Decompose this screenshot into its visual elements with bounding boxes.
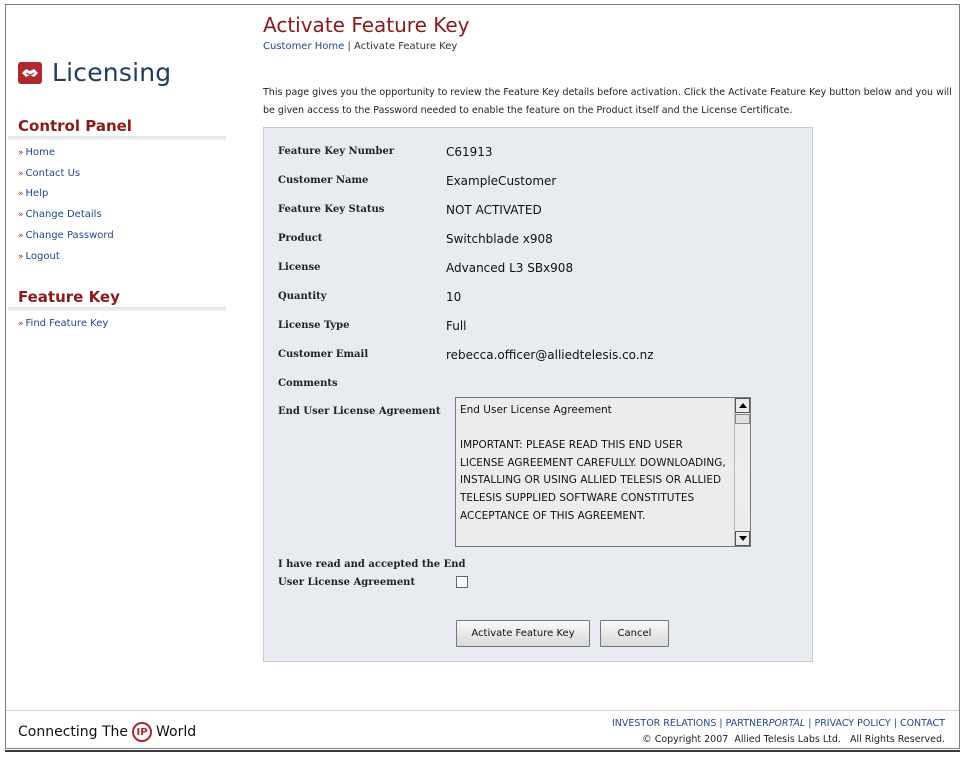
nav-item-label: Logout: [25, 250, 60, 262]
copyright-text: © Copyright 2007 Allied Telesis Labs Ltd…: [642, 734, 945, 745]
license-value: Advanced L3 SBx908: [446, 261, 574, 275]
arrow-icon: »: [18, 210, 24, 221]
product-value: Switchblade x908: [446, 232, 553, 246]
intro-text: This page gives you the opportunity to r…: [263, 87, 952, 116]
accept-eula-label-line1: I have read and accepted the End: [278, 559, 466, 570]
accept-eula-checkbox[interactable]: [456, 576, 468, 588]
eula-label: End User License Agreement: [278, 406, 441, 417]
feature-key-status-label: Feature Key Status: [278, 204, 385, 215]
breadcrumb-current: Activate Feature Key: [354, 41, 458, 52]
customer-email-value: rebecca.officer@alliedtelesis.co.nz: [446, 348, 654, 362]
nav-item-label: Home: [25, 147, 56, 158]
customer-name-value: ExampleCustomer: [446, 174, 557, 188]
accept-eula-label-line2: User License Agreement: [278, 577, 416, 588]
nav-item-logout[interactable]: » Logout: [18, 247, 114, 268]
quantity-label: Quantity: [278, 291, 327, 302]
nav-item-home[interactable]: » Home: [18, 143, 114, 164]
contact-link[interactable]: CONTACT: [900, 718, 945, 729]
investor-relations-link[interactable]: INVESTOR RELATIONS: [612, 718, 716, 729]
partner-portal-prefix: PARTNER: [725, 718, 769, 729]
footer-links: INVESTOR RELATIONS | PARTNERPORTAL | PRI…: [612, 718, 945, 729]
nav-item-find-feature-key[interactable]: » Find Feature Key: [18, 314, 108, 335]
eula-scrollbar[interactable]: [734, 398, 750, 546]
triangle-up-icon: [738, 403, 747, 408]
license-label: License: [278, 262, 321, 273]
nav-item-label: Change Password: [25, 229, 114, 241]
section-divider: [8, 136, 226, 140]
nav-item-help[interactable]: » Help: [18, 184, 114, 205]
footer-divider: [6, 710, 959, 711]
arrow-icon: »: [18, 148, 24, 158]
scroll-thumb[interactable]: [735, 414, 750, 424]
nav-item-contact-us[interactable]: » Contact Us: [18, 164, 114, 185]
arrow-icon: »: [18, 189, 24, 200]
customer-name-label: Customer Name: [278, 175, 369, 186]
license-type-label: License Type: [278, 320, 350, 331]
nav-item-label: Contact Us: [25, 167, 81, 179]
nav-item-label: Help: [25, 188, 49, 200]
handshake-icon: [18, 61, 42, 84]
activate-feature-key-button[interactable]: Activate Feature Key: [456, 620, 590, 647]
nav-item-label: Find Feature Key: [25, 318, 109, 329]
app-title: Licensing: [52, 58, 172, 87]
feature-key-number-label: Feature Key Number: [278, 146, 395, 157]
partner-portal-suffix: PORTAL: [768, 718, 806, 729]
partner-portal-link[interactable]: PARTNERPORTAL: [726, 718, 806, 729]
license-type-value: Full: [446, 319, 467, 333]
footer-separator: |: [890, 718, 900, 729]
feature-key-number-value: C61913: [446, 145, 493, 159]
customer-email-label: Customer Email: [278, 349, 369, 360]
arrow-icon: »: [18, 168, 24, 179]
quantity-value: 10: [446, 290, 462, 304]
arrow-icon: »: [18, 251, 24, 262]
ip-logo-icon: IP: [132, 722, 153, 742]
triangle-down-icon: [738, 536, 747, 541]
tagline-prefix: Connecting The: [18, 724, 129, 740]
product-label: Product: [278, 233, 323, 244]
comments-label: Comments: [278, 378, 338, 389]
feature-key-status-value: NOT ACTIVATED: [446, 203, 542, 217]
breadcrumb: Customer Home | Activate Feature Key: [263, 41, 457, 52]
control-panel-nav: » Home » Contact Us » Help » Change Details …: [18, 143, 114, 267]
footer-tagline: Connecting The IP World: [18, 722, 196, 742]
page-title: Activate Feature Key: [263, 13, 470, 37]
eula-text: End User License Agreement IMPORTANT: PL…: [460, 404, 726, 522]
privacy-policy-link[interactable]: PRIVACY POLICY: [814, 718, 890, 729]
section-divider: [8, 307, 226, 311]
nav-item-change-details[interactable]: » Change Details: [18, 205, 114, 226]
arrow-icon: »: [18, 230, 24, 241]
feature-key-heading: Feature Key: [18, 288, 120, 306]
footer-separator: |: [716, 718, 726, 729]
scroll-down-button[interactable]: [735, 531, 750, 546]
breadcrumb-separator: |: [344, 41, 355, 52]
eula-textarea[interactable]: End User License Agreement IMPORTANT: PL…: [455, 397, 751, 547]
licensing-logo[interactable]: Licensing: [18, 58, 171, 87]
scroll-up-button[interactable]: [735, 398, 750, 413]
breadcrumb-home-link[interactable]: Customer Home: [263, 41, 344, 52]
arrow-icon: »: [18, 319, 24, 329]
nav-item-change-password[interactable]: » Change Password: [18, 226, 114, 247]
nav-item-label: Change Details: [25, 209, 102, 221]
cancel-button[interactable]: Cancel: [600, 620, 669, 647]
frame-bottom-border: [5, 750, 960, 752]
feature-key-nav: » Find Feature Key: [18, 314, 108, 335]
tagline-suffix: World: [156, 724, 197, 740]
control-panel-heading: Control Panel: [18, 117, 132, 135]
